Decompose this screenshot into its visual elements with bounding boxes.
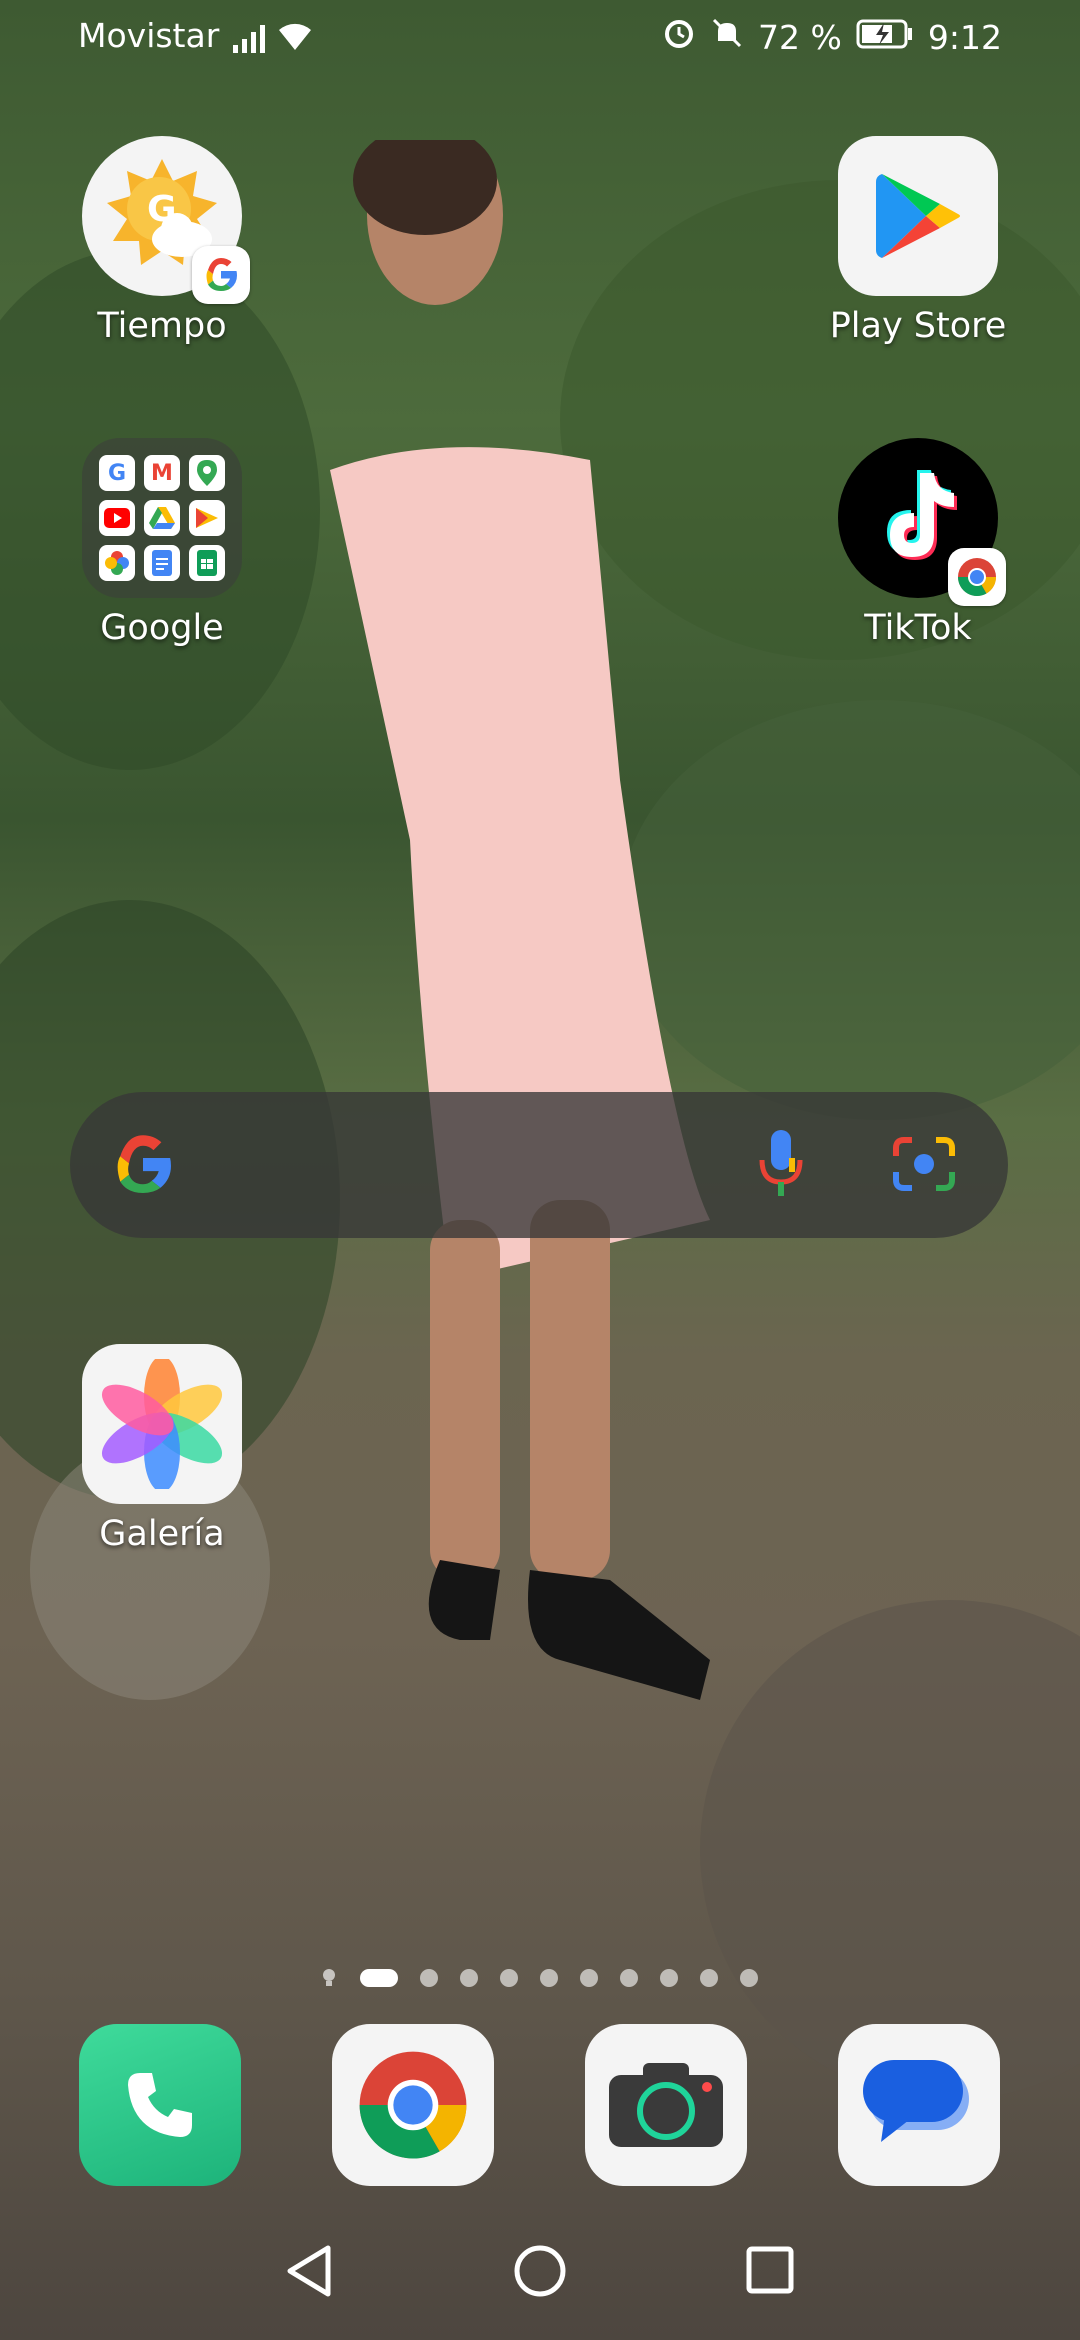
google-g-icon xyxy=(108,1130,178,1204)
alarm-icon xyxy=(662,16,696,58)
app-galeria[interactable]: Galería xyxy=(52,1344,272,1554)
mute-icon xyxy=(710,16,744,58)
weather-icon: G xyxy=(82,136,250,304)
app-label-google: Google xyxy=(100,608,224,648)
page-dot[interactable] xyxy=(700,1969,718,1987)
messages-icon xyxy=(838,2024,1000,2186)
page-dot[interactable] xyxy=(540,1969,558,1987)
signal-icon xyxy=(232,22,268,61)
camera-icon xyxy=(585,2024,747,2186)
app-tiempo[interactable]: G Tiempo xyxy=(52,136,272,346)
app-label-tiktok: TikTok xyxy=(864,608,972,648)
dock-messages[interactable] xyxy=(809,2024,1029,2186)
google-folder-icon: G M xyxy=(82,438,242,598)
folder-google[interactable]: G M Google xyxy=(52,438,272,648)
chrome-icon xyxy=(332,2024,494,2186)
phone-icon xyxy=(79,2024,241,2186)
app-label-galeria: Galería xyxy=(99,1514,225,1554)
dock-phone[interactable] xyxy=(50,2024,270,2186)
clock-time: 9:12 xyxy=(927,17,1002,57)
navigation-bar xyxy=(0,2200,1080,2340)
app-play-store[interactable]: Play Store xyxy=(808,136,1028,346)
dock-chrome[interactable] xyxy=(303,2024,523,2186)
play-store-icon xyxy=(838,136,998,296)
hint-bulb-icon[interactable] xyxy=(322,1968,338,1988)
wallpaper-person xyxy=(330,140,710,1700)
back-icon[interactable] xyxy=(284,2244,334,2302)
battery-charging-icon xyxy=(856,18,914,57)
recents-icon[interactable] xyxy=(746,2246,794,2298)
carrier-name: Movistar xyxy=(78,16,220,55)
page-dot[interactable] xyxy=(740,1969,758,1987)
dock-camera[interactable] xyxy=(556,2024,776,2186)
home-icon[interactable] xyxy=(513,2244,567,2302)
page-indicator xyxy=(0,1968,1080,1988)
app-label-play-store: Play Store xyxy=(829,306,1007,346)
status-right: 72 % 9:12 xyxy=(662,16,1002,58)
app-label-tiempo: Tiempo xyxy=(97,306,227,346)
page-dot[interactable] xyxy=(620,1969,638,1987)
google-badge-icon xyxy=(192,246,250,304)
lens-camera-icon[interactable] xyxy=(892,1134,956,1198)
wifi-icon xyxy=(275,20,315,60)
status-bar: Movistar 72 % 9:12 xyxy=(0,0,1080,74)
page-dot[interactable] xyxy=(460,1969,478,1987)
app-tiktok[interactable]: TikTok xyxy=(808,438,1028,648)
page-dot[interactable] xyxy=(500,1969,518,1987)
chrome-badge-icon xyxy=(948,548,1006,606)
battery-percent: 72 % xyxy=(758,17,842,57)
page-dot-active[interactable] xyxy=(360,1969,398,1987)
google-search-widget[interactable] xyxy=(70,1092,1008,1238)
gallery-icon xyxy=(82,1344,242,1504)
tiktok-icon xyxy=(838,438,1006,606)
page-dot[interactable] xyxy=(580,1969,598,1987)
microphone-icon[interactable] xyxy=(756,1128,806,1206)
page-dot[interactable] xyxy=(420,1969,438,1987)
page-dot[interactable] xyxy=(660,1969,678,1987)
